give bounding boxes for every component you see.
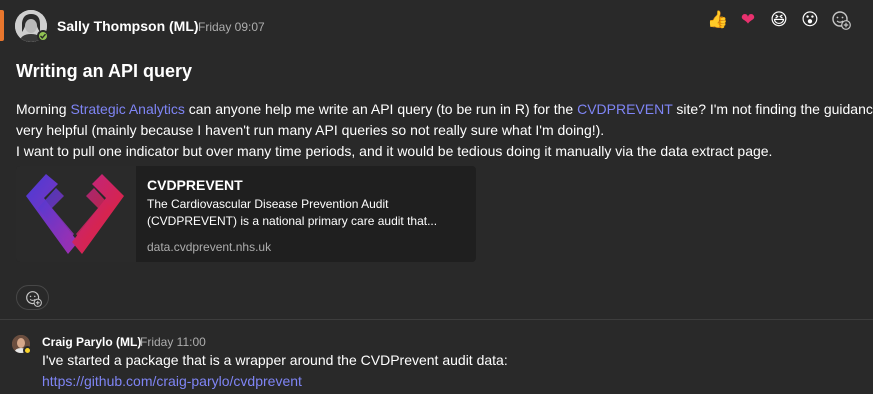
link-preview-card[interactable]: CVDPREVENT The Cardiovascular Disease Pr… [16, 166, 476, 262]
cvdprevent-link[interactable]: CVDPREVENT [577, 101, 672, 117]
author-name[interactable]: Sally Thompson (ML) [57, 18, 199, 34]
github-link[interactable]: https://github.com/craig-parylo/cvdpreve… [42, 371, 302, 391]
add-reaction-icon[interactable] [831, 10, 851, 30]
add-reaction-icon [26, 291, 42, 307]
thumbs-up-reaction[interactable]: 👍 [707, 10, 728, 30]
author-name[interactable]: Craig Parylo (ML) [42, 335, 141, 349]
link-card-domain: data.cvdprevent.nhs.uk [147, 240, 272, 254]
message-text: site? I'm not finding the guidance [672, 101, 873, 117]
greeting-text: Morning [16, 101, 71, 117]
message-timestamp: Friday 11:00 [140, 335, 206, 349]
heart-reaction[interactable]: ❤ [738, 10, 758, 30]
message-body-line-2: very helpful (mainly because I haven't r… [16, 122, 605, 138]
message-body: Morning Strategic Analytics can anyone h… [16, 99, 873, 162]
message-post: Sally Thompson (ML) Friday 09:07 👍 ❤ 😆 😮… [0, 0, 873, 319]
status-available-icon [37, 30, 49, 42]
surprised-reaction[interactable]: 😮 [800, 10, 820, 30]
message-title: Writing an API query [16, 61, 193, 81]
message-accent-bar [0, 10, 4, 41]
status-away-icon [23, 346, 32, 355]
laugh-reaction[interactable]: 😆 [769, 10, 789, 30]
reply-text: I've started a package that is a wrapper… [42, 352, 508, 368]
reply-message: Craig Parylo (ML) Friday 11:00 I've star… [0, 320, 873, 394]
link-card-title[interactable]: CVDPREVENT [147, 177, 243, 193]
mention-link[interactable]: Strategic Analytics [70, 101, 184, 117]
reaction-bar: 👍 ❤ 😆 😮 [707, 9, 851, 31]
react-button[interactable] [16, 285, 49, 310]
cvdprevent-logo [16, 166, 136, 262]
message-text: can anyone help me write an API query (t… [184, 101, 578, 117]
message-body-line-3: I want to pull one indicator but over ma… [16, 143, 773, 159]
link-card-description: The Cardiovascular Disease Prevention Au… [147, 197, 438, 228]
message-timestamp: Friday 09:07 [198, 20, 265, 34]
message-body-line-1: Morning Strategic Analytics can anyone h… [16, 99, 873, 120]
